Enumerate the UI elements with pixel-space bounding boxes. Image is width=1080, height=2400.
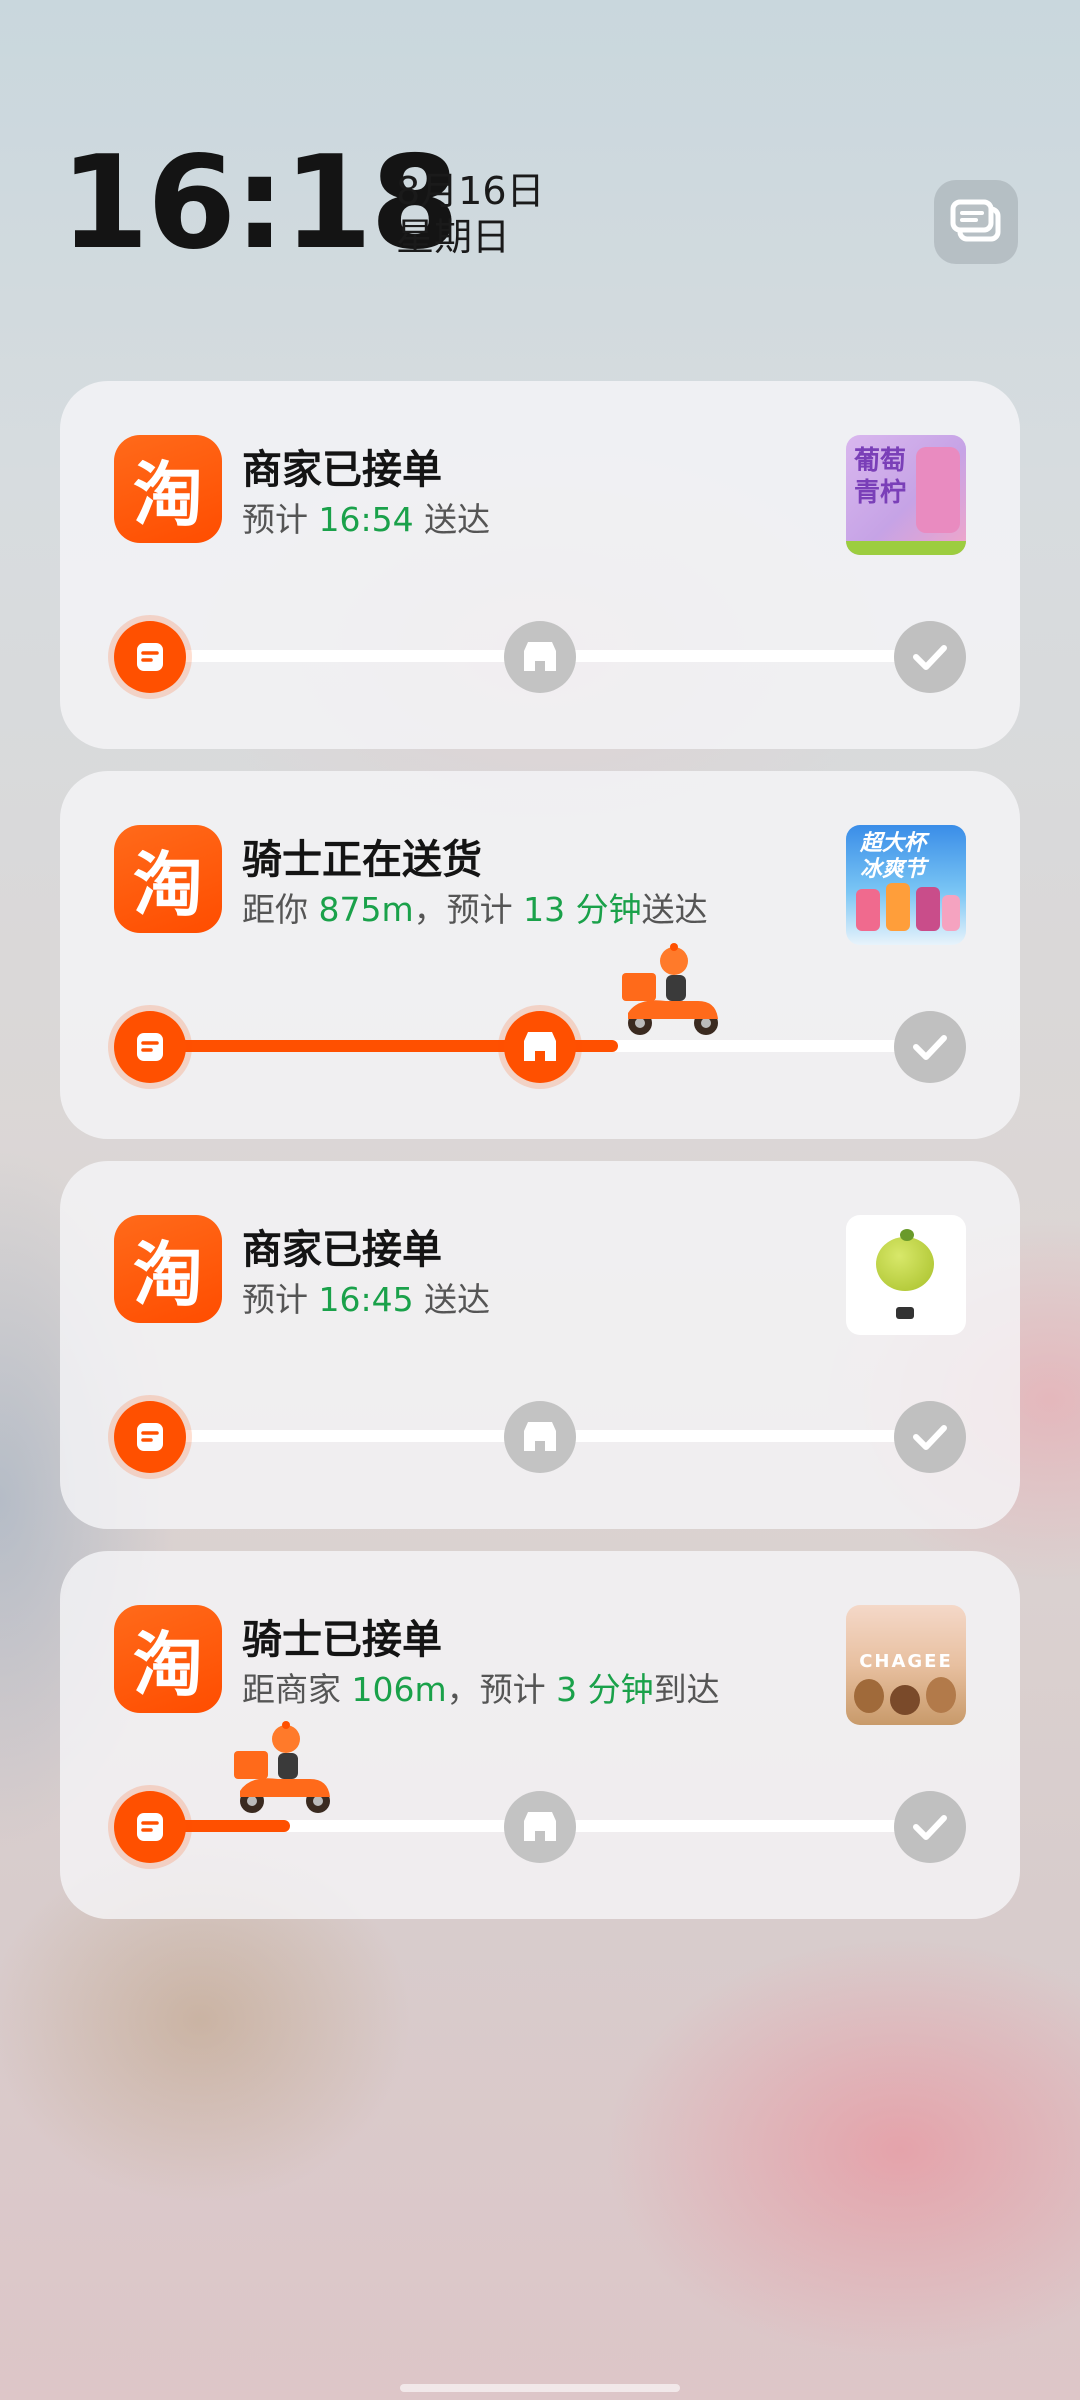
notification-subtitle: 距你 875m，预计 13 分钟送达	[242, 890, 708, 929]
store-node	[504, 1401, 576, 1473]
delivered-node	[894, 621, 966, 693]
order-icon	[137, 1423, 163, 1451]
taobao-app-icon: 淘	[114, 435, 222, 543]
notification-subtitle: 距商家 106m，预计 3 分钟到达	[242, 1670, 720, 1709]
notification-subtitle: 预计 16:54 送达	[242, 500, 491, 539]
status-bar	[0, 0, 1080, 140]
rider-scooter-icon	[622, 943, 718, 1035]
delivered-node	[894, 1011, 966, 1083]
taobao-app-icon: 淘	[114, 1605, 222, 1713]
order-placed-node	[114, 1401, 186, 1473]
order-notification-card[interactable]: 淘 商家已接单 预计 16:45 送达	[60, 1161, 1020, 1529]
lockscreen-date: 8月16日 星期日	[396, 168, 545, 260]
store-icon	[524, 1422, 556, 1451]
check-icon	[913, 645, 947, 670]
notification-title: 商家已接单	[242, 1227, 442, 1273]
order-icon	[137, 1813, 163, 1841]
order-notification-card[interactable]: 淘 骑士已接单 距商家 106m，预计 3 分钟到达 CHAGEE	[60, 1551, 1020, 1919]
order-notification-card[interactable]: 淘 骑士正在送货 距你 875m，预计 13 分钟送达 超大杯 冰爽节	[60, 771, 1020, 1139]
order-placed-node	[114, 1791, 186, 1863]
check-icon	[913, 1815, 947, 1840]
notification-toggle-icon	[950, 199, 1001, 242]
store-icon	[524, 1812, 556, 1841]
product-thumbnail	[846, 1215, 966, 1335]
store-icon	[524, 642, 556, 671]
product-thumbnail: CHAGEE	[846, 1605, 966, 1725]
check-icon	[913, 1035, 947, 1060]
notification-subtitle: 预计 16:45 送达	[242, 1280, 491, 1319]
notification-title: 骑士正在送货	[242, 837, 482, 883]
weekday-text: 星期日	[396, 215, 511, 259]
home-indicator[interactable]	[400, 2384, 680, 2392]
delivered-node	[894, 1791, 966, 1863]
notification-toggle-button[interactable]	[934, 180, 1018, 264]
order-icon	[137, 643, 163, 671]
order-notification-card[interactable]: 淘 商家已接单 预计 16:54 送达 葡萄 青柠	[60, 381, 1020, 749]
notification-title: 骑士已接单	[242, 1617, 442, 1663]
taobao-app-icon: 淘	[114, 1215, 222, 1323]
taobao-app-icon: 淘	[114, 825, 222, 933]
notification-title: 商家已接单	[242, 447, 442, 493]
store-node	[504, 1791, 576, 1863]
date-text: 8月16日	[396, 169, 545, 213]
order-placed-node	[114, 1011, 186, 1083]
delivered-node	[894, 1401, 966, 1473]
store-node	[504, 1011, 576, 1083]
store-node	[504, 621, 576, 693]
product-thumbnail: 超大杯 冰爽节	[846, 825, 966, 945]
product-thumbnail: 葡萄 青柠	[846, 435, 966, 555]
rider-scooter-icon	[234, 1721, 330, 1813]
order-placed-node	[114, 621, 186, 693]
store-icon	[524, 1032, 556, 1061]
check-icon	[913, 1425, 947, 1450]
order-icon	[137, 1033, 163, 1061]
